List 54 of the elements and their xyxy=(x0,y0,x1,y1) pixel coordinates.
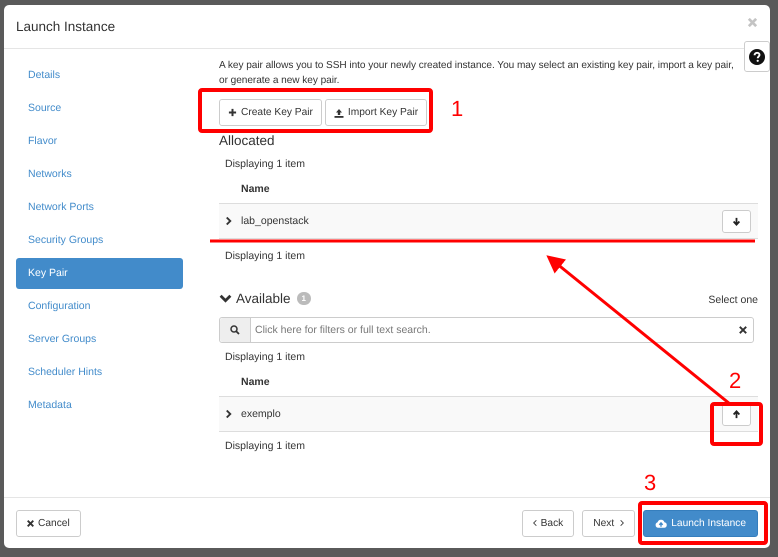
item-count: Displaying 1 item xyxy=(225,439,305,454)
item-count: Displaying 1 item xyxy=(225,157,305,172)
table-cell-text: lab_openstack xyxy=(241,215,310,227)
annotation-number: 2 xyxy=(729,369,742,393)
column-header: Name xyxy=(241,376,270,388)
nav-item[interactable]: Details xyxy=(16,60,183,91)
chevron-left-icon xyxy=(532,519,537,527)
annotation-number: 1 xyxy=(451,97,464,121)
nav-item[interactable]: Metadata xyxy=(16,390,183,421)
section-toggle[interactable]: Available 1 xyxy=(219,291,311,306)
annotation-number: 3 xyxy=(644,471,656,495)
nav-item[interactable]: Scheduler Hints xyxy=(16,357,183,388)
close-icon xyxy=(27,520,34,526)
table-row[interactable]: lab_openstack xyxy=(219,203,758,239)
clear-icon[interactable] xyxy=(739,326,747,334)
column-header: Name xyxy=(241,183,270,195)
chevron-right-icon[interactable] xyxy=(225,409,232,419)
chevron-right-icon[interactable] xyxy=(225,216,232,226)
cancel-button[interactable]: Cancel xyxy=(16,510,81,536)
table-cell-text: exemplo xyxy=(241,408,282,420)
create-key-pair-button[interactable]: Create Key Pair xyxy=(219,99,322,126)
launch-button[interactable]: Launch Instance xyxy=(643,510,758,536)
deallocate-button[interactable] xyxy=(722,210,751,232)
annotation-box xyxy=(710,402,763,446)
arrow-up-icon xyxy=(732,410,741,418)
plus-icon xyxy=(228,108,237,117)
table-row[interactable]: exemplo xyxy=(219,396,758,432)
search-input[interactable]: Click here for filters or full text search. xyxy=(251,324,739,336)
nav-item[interactable]: Network Ports xyxy=(16,192,183,223)
search-icon xyxy=(230,325,240,335)
help-button[interactable] xyxy=(744,41,770,72)
count-badge: 1 xyxy=(296,292,311,305)
upload-icon xyxy=(334,108,344,118)
back-button[interactable]: Back xyxy=(522,510,574,536)
next-button[interactable]: Next xyxy=(582,510,636,536)
hint-text: Select one xyxy=(708,294,758,306)
item-count: Displaying 1 item xyxy=(225,350,305,365)
import-key-pair-button[interactable]: Import Key Pair xyxy=(324,99,428,126)
nav-item[interactable]: Networks xyxy=(16,159,183,190)
item-count: Displaying 1 item xyxy=(225,249,305,264)
arrow-down-icon xyxy=(732,216,741,226)
nav-item[interactable]: Key Pair xyxy=(16,258,183,289)
search-field[interactable]: Click here for filters or full text search. xyxy=(219,317,754,343)
chevron-right-icon xyxy=(620,519,624,527)
section-heading: Allocated xyxy=(219,132,276,150)
nav-item[interactable]: Configuration xyxy=(16,291,183,322)
nav-item[interactable]: Source xyxy=(16,93,183,124)
nav-item[interactable]: Flavor xyxy=(16,126,183,157)
dialog-title: Launch Instance xyxy=(16,19,116,34)
nav-item[interactable]: Security Groups xyxy=(16,225,183,256)
help-icon xyxy=(749,48,765,64)
nav-item[interactable]: Server Groups xyxy=(16,324,183,355)
description-text: A key pair allows you to SSH into your newly created instance. You may select an existing key pair, import a key pair, or generate a new key pair. xyxy=(219,59,735,88)
cloud-upload-icon xyxy=(655,518,668,528)
